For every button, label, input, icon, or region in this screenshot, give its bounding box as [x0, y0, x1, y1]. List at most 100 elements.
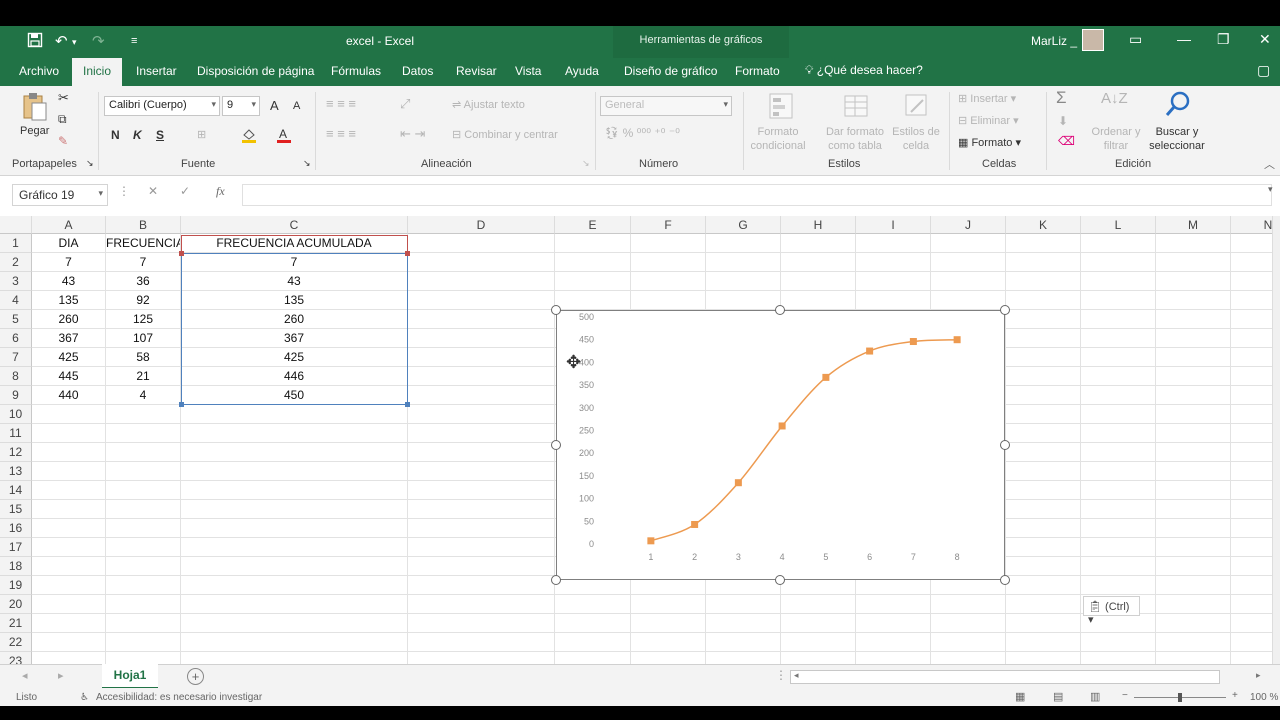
row-header[interactable]: 16 [0, 519, 32, 538]
row-header[interactable]: 19 [0, 576, 32, 595]
data-cell[interactable]: 58 [106, 348, 180, 367]
autosum-icon[interactable]: Σ [1056, 88, 1067, 108]
column-header[interactable]: L [1081, 216, 1156, 234]
column-header[interactable]: J [931, 216, 1006, 234]
format-painter-icon[interactable]: ✎ [58, 134, 68, 148]
accessibility-status[interactable]: Accesibilidad: es necesario investigar [96, 692, 262, 703]
range-handle[interactable] [405, 402, 410, 407]
shrink-font-button[interactable]: A [293, 100, 300, 112]
font-color-icon[interactable]: A [275, 126, 293, 147]
tab-formulas[interactable]: Fórmulas [331, 64, 381, 78]
column-header[interactable]: A [32, 216, 106, 234]
sheet-tab-hoja1[interactable]: Hoja1 [102, 664, 158, 689]
header-cell[interactable]: DIA [32, 234, 105, 253]
row-header[interactable]: 5 [0, 310, 32, 329]
tab-vista[interactable]: Vista [515, 64, 541, 78]
formula-options-icon[interactable]: ⋮ [118, 184, 130, 198]
currency-icon[interactable]: 💱︎ % ⁰⁰⁰ ⁺⁰ ⁻⁰ [604, 126, 680, 140]
row-header[interactable]: 18 [0, 557, 32, 576]
tab-datos[interactable]: Datos [402, 64, 433, 78]
enter-icon[interactable]: ✓ [180, 184, 190, 198]
wrap-text-button[interactable]: ⇌ Ajustar texto [452, 98, 525, 111]
find-icon[interactable] [1164, 90, 1190, 118]
scroll-left-icon[interactable]: ◂ [794, 670, 799, 681]
conditional-format-button[interactable]: Formato condicional [749, 125, 807, 153]
paste-options-button[interactable]: 📋︎ (Ctrl) ▾ [1083, 596, 1140, 626]
column-header[interactable]: E [555, 216, 631, 234]
row-header[interactable]: 6 [0, 329, 32, 348]
zoom-out-icon[interactable]: − [1122, 690, 1128, 701]
data-cell[interactable]: 7 [32, 253, 105, 272]
add-sheet-icon[interactable]: + [187, 668, 204, 685]
row-header[interactable]: 20 [0, 595, 32, 614]
bold-button[interactable]: N [111, 128, 120, 142]
delete-cells-button[interactable]: ⊟ Eliminar ▾ [958, 114, 1019, 127]
insert-cells-button[interactable]: ⊞ Insertar ▾ [958, 92, 1016, 105]
row-header[interactable]: 1 [0, 234, 32, 253]
column-header[interactable]: B [106, 216, 181, 234]
range-handle[interactable] [179, 402, 184, 407]
font-family-select[interactable]: Calibri (Cuerpo) ▾ [104, 96, 220, 116]
select-all-corner[interactable] [0, 216, 32, 234]
user-name[interactable]: MarLiz _ [1031, 34, 1077, 48]
cell-styles-icon[interactable] [903, 92, 929, 120]
minimize-icon[interactable]: — [1177, 31, 1191, 47]
row-header[interactable]: 7 [0, 348, 32, 367]
zoom-slider-thumb[interactable] [1178, 693, 1182, 702]
underline-button[interactable]: S [156, 128, 164, 142]
indent-icon[interactable]: ⇤ ⇥ [400, 126, 425, 142]
format-as-table-button[interactable]: Dar formato como tabla [820, 125, 890, 153]
align-top-icon[interactable]: ≡ ≡ ≡ [326, 96, 356, 111]
ribbon-display-icon[interactable]: ▭ [1129, 31, 1142, 48]
data-cell[interactable]: 125 [106, 310, 180, 329]
clear-icon[interactable]: ⌫ [1058, 134, 1075, 148]
row-header[interactable]: 8 [0, 367, 32, 386]
row-header[interactable]: 22 [0, 633, 32, 652]
data-cell[interactable]: 21 [106, 367, 180, 386]
column-header[interactable]: H [781, 216, 856, 234]
data-cell[interactable]: 4 [106, 386, 180, 405]
data-cell[interactable]: 43 [32, 272, 105, 291]
name-box[interactable]: Gráfico 19 ▾ [12, 184, 108, 206]
data-cell[interactable]: 135 [32, 291, 105, 310]
column-header[interactable]: D [408, 216, 555, 234]
chart-resize-handle[interactable] [551, 575, 561, 585]
paste-button[interactable]: Pegar [20, 125, 49, 137]
alignment-launcher-icon[interactable]: ↘ [582, 158, 590, 169]
chart-resize-handle[interactable] [775, 305, 785, 315]
row-header[interactable]: 10 [0, 405, 32, 424]
tell-me-box[interactable]: 💡︎ ¿Qué desea hacer? [805, 63, 923, 78]
data-cell[interactable]: 92 [106, 291, 180, 310]
accessibility-icon[interactable]: ♿︎ [80, 692, 89, 703]
zoom-in-icon[interactable]: + [1232, 690, 1238, 701]
row-header[interactable]: 13 [0, 462, 32, 481]
data-cell[interactable]: 260 [32, 310, 105, 329]
expand-formula-icon[interactable]: ▾ [1268, 184, 1273, 195]
data-cell[interactable]: 36 [106, 272, 180, 291]
chart-resize-handle[interactable] [1000, 305, 1010, 315]
find-select-button[interactable]: Buscar y seleccionar [1142, 125, 1212, 153]
copy-icon[interactable]: ⧉ [58, 112, 67, 127]
fill-icon[interactable]: ⬇ [1058, 114, 1068, 128]
chart-resize-handle[interactable] [551, 305, 561, 315]
vertical-scrollbar[interactable] [1272, 216, 1280, 664]
italic-button[interactable]: K [133, 128, 142, 142]
row-header[interactable]: 12 [0, 443, 32, 462]
tab-disposicion[interactable]: Disposición de página [197, 64, 314, 78]
font-size-select[interactable]: 9 ▾ [222, 96, 260, 116]
cancel-icon[interactable]: ✕ [148, 184, 158, 198]
cut-icon[interactable]: ✂ [58, 90, 69, 106]
restore-icon[interactable]: ❐ [1217, 31, 1230, 48]
horizontal-scrollbar[interactable] [790, 670, 1220, 684]
row-header[interactable]: 2 [0, 253, 32, 272]
sort-filter-button[interactable]: Ordenar y filtrar [1090, 125, 1142, 153]
data-cell[interactable]: 425 [32, 348, 105, 367]
format-cells-button[interactable]: ▦ Formato ▾ [958, 136, 1021, 149]
sort-filter-icon[interactable]: A↓Z [1101, 90, 1128, 107]
data-cell[interactable]: 445 [32, 367, 105, 386]
row-header[interactable]: 14 [0, 481, 32, 500]
align-left-icon[interactable]: ≡ ≡ ≡ [326, 126, 356, 141]
tab-diseno-grafico[interactable]: Diseño de gráfico [624, 64, 717, 78]
zoom-level[interactable]: 100 % [1250, 692, 1278, 703]
column-header[interactable]: K [1006, 216, 1081, 234]
